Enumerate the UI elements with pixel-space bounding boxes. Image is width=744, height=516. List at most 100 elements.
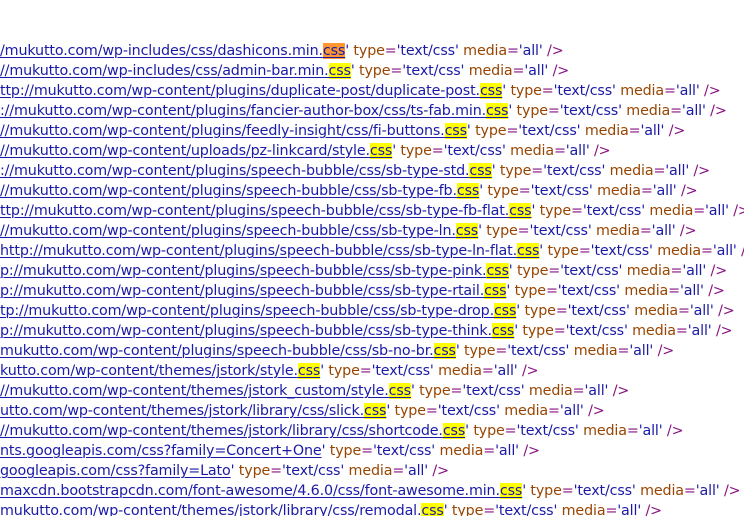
source-line: maxcdn.bootstrapcdn.com/font-awesome/4.6… [0,481,741,501]
stylesheet-url: mukutto.com/wp-content/plugins/speech-bu… [0,343,434,359]
source-line: kutto.com/wp-content/themes/jstork/style… [0,361,539,381]
stylesheet-link[interactable]: //mukutto.com/wp-content/plugins/speech-… [0,223,478,239]
stylesheet-url: ttp://mukutto.com/wp-content/plugins/spe… [0,203,510,219]
stylesheet-link[interactable]: //mukutto.com/wp-includes/css/admin-bar.… [0,63,351,79]
stylesheet-url: ://mukutto.com/wp-content/plugins/speech… [0,163,470,179]
source-line: //mukutto.com/wp-content/themes/jstork_c… [0,381,629,401]
stylesheet-link[interactable]: mukutto.com/wp-content/plugins/speech-bu… [0,343,456,359]
tag-attributes: ' type='text/css' media='all' /> [539,243,744,259]
tag-attributes: ' type='text/css' media='all' /> [350,63,570,79]
stylesheet-link[interactable]: ://mukutto.com/wp-content/plugins/fancie… [0,103,509,119]
tag-attributes: ' type='text/css' media='all' /> [455,343,675,359]
stylesheet-link[interactable]: p://mukutto.com/wp-content/plugins/speec… [0,263,509,279]
tag-attributes: ' type='text/css' media='all' /> [502,83,721,99]
stylesheet-link[interactable]: //mukutto.com/wp-content/plugins/feedly-… [0,123,467,139]
stylesheet-url: ttp://mukutto.com/wp-content/plugins/dup… [0,83,480,99]
stylesheet-link[interactable]: //mukutto.com/wp-content/uploads/pz-link… [0,143,392,159]
stylesheet-link[interactable]: ttp://mukutto.com/wp-content/plugins/dup… [0,83,502,99]
source-line: ttp://mukutto.com/wp-content/plugins/dup… [0,81,721,101]
tag-attributes: ' type='text/css' media='all' /> [443,503,663,516]
search-match-highlight: css [479,83,503,99]
source-line: http://mukutto.com/wp-content/plugins/sp… [0,241,744,261]
stylesheet-url: http://mukutto.com/wp-content/plugins/sp… [0,243,517,259]
stylesheet-url: p://mukutto.com/wp-content/plugins/speec… [0,263,487,279]
stylesheet-url: mukutto.com/wp-content/themes/jstork/lib… [0,503,422,516]
tag-attributes: ' type='text/css' media='all' /> [466,123,686,139]
stylesheet-link[interactable]: ://mukutto.com/wp-content/plugins/speech… [0,163,492,179]
search-match-highlight: css [491,323,515,339]
stylesheet-link[interactable]: p://mukutto.com/wp-content/plugins/speec… [0,283,507,299]
stylesheet-url: p://mukutto.com/wp-content/plugins/speec… [0,283,485,299]
source-line: p://mukutto.com/wp-content/plugins/speec… [0,261,727,281]
current-search-match: css [322,43,346,59]
search-match-highlight: css [442,423,466,439]
stylesheet-link[interactable]: mukutto.com/wp-content/themes/jstork/lib… [0,503,444,516]
source-line: googleapis.com/css?family=Lato' type='te… [0,461,449,481]
search-match-highlight: css [484,283,507,299]
stylesheet-url: //mukutto.com/wp-content/plugins/speech-… [0,223,456,239]
tag-attributes: ' type='text/css' media='all' /> [320,363,539,379]
source-line: //mukutto.com/wp-includes/css/admin-bar.… [0,61,569,81]
tag-attributes: ' type='text/css' media='all' /> [516,303,735,319]
stylesheet-url: googleapis.com/css?family=Lato [0,463,231,479]
search-match-highlight: css [493,303,517,319]
tag-attributes: ' type='text/css' media='all' /> [230,463,449,479]
stylesheet-link[interactable]: tp://mukutto.com/wp-content/plugins/spee… [0,303,516,319]
stylesheet-url: //mukutto.com/wp-content/plugins/feedly-… [0,123,445,139]
source-line: p://mukutto.com/wp-content/plugins/speec… [0,281,725,301]
search-match-highlight: css [509,203,532,219]
source-line: //mukutto.com/wp-content/themes/jstork/l… [0,421,684,441]
page-source-view: /mukutto.com/wp-includes/css/dashicons.m… [0,0,744,516]
tag-attributes: ' type='text/css' media='all' /> [321,443,540,459]
stylesheet-link[interactable]: googleapis.com/css?family=Lato [0,463,231,479]
source-line: //mukutto.com/wp-content/plugins/speech-… [0,181,698,201]
stylesheet-link[interactable]: //mukutto.com/wp-content/themes/jstork_c… [0,383,411,399]
stylesheet-url: nts.googleapis.com/css?family=Concert+On… [0,443,322,459]
source-line: ://mukutto.com/wp-content/plugins/speech… [0,161,710,181]
source-line: utto.com/wp-content/themes/jstork/librar… [0,401,605,421]
stylesheet-link[interactable]: //mukutto.com/wp-content/plugins/speech-… [0,183,479,199]
stylesheet-link[interactable]: nts.googleapis.com/css?family=Concert+On… [0,443,322,459]
tag-attributes: ' type='text/css' media='all' /> [345,43,564,59]
search-match-highlight: css [297,363,321,379]
source-line: mukutto.com/wp-content/plugins/speech-bu… [0,341,674,361]
search-match-highlight: css [328,63,351,79]
search-match-highlight: css [486,263,509,279]
stylesheet-link[interactable]: /mukutto.com/wp-includes/css/dashicons.m… [0,43,345,59]
search-match-highlight: css [516,243,540,259]
search-match-highlight: css [455,223,479,239]
tag-attributes: ' type='text/css' media='all' /> [531,203,744,219]
source-line: tp://mukutto.com/wp-content/plugins/spee… [0,301,735,321]
tag-attributes: ' type='text/css' media='all' /> [478,223,697,239]
stylesheet-link[interactable]: ttp://mukutto.com/wp-content/plugins/spe… [0,203,532,219]
tag-attributes: ' type='text/css' media='all' /> [508,263,728,279]
stylesheet-url: tp://mukutto.com/wp-content/plugins/spee… [0,303,494,319]
search-match-highlight: css [486,103,509,119]
tag-attributes: ' type='text/css' media='all' /> [465,423,684,439]
source-line: //mukutto.com/wp-content/uploads/pz-link… [0,141,611,161]
search-match-highlight: css [469,163,492,179]
stylesheet-url: //mukutto.com/wp-content/themes/jstork_c… [0,383,389,399]
stylesheet-url: //mukutto.com/wp-content/uploads/pz-link… [0,143,370,159]
stylesheet-url: //mukutto.com/wp-content/plugins/speech-… [0,183,457,199]
tag-attributes: ' type='text/css' media='all' /> [386,403,605,419]
search-match-highlight: css [364,403,387,419]
stylesheet-link[interactable]: //mukutto.com/wp-content/themes/jstork/l… [0,423,465,439]
stylesheet-url: utto.com/wp-content/themes/jstork/librar… [0,403,365,419]
source-line: ://mukutto.com/wp-content/plugins/fancie… [0,101,727,121]
stylesheet-url: ://mukutto.com/wp-content/plugins/fancie… [0,103,487,119]
search-match-highlight: css [444,123,467,139]
source-line: mukutto.com/wp-content/themes/jstork/lib… [0,501,662,516]
search-match-highlight: css [388,383,411,399]
tag-attributes: ' type='text/css' media='all' /> [491,163,711,179]
stylesheet-link[interactable]: maxcdn.bootstrapcdn.com/font-awesome/4.6… [0,483,522,499]
search-match-highlight: css [369,143,393,159]
stylesheet-link[interactable]: utto.com/wp-content/themes/jstork/librar… [0,403,386,419]
stylesheet-link[interactable]: kutto.com/wp-content/themes/jstork/style… [0,363,320,379]
tag-attributes: ' type='text/css' media='all' /> [392,143,611,159]
tag-attributes: ' type='text/css' media='all' /> [508,103,727,119]
source-line: //mukutto.com/wp-content/plugins/speech-… [0,221,697,241]
tag-attributes: ' type='text/css' media='all' /> [410,383,630,399]
stylesheet-link[interactable]: http://mukutto.com/wp-content/plugins/sp… [0,243,539,259]
stylesheet-link[interactable]: p://mukutto.com/wp-content/plugins/speec… [0,323,514,339]
